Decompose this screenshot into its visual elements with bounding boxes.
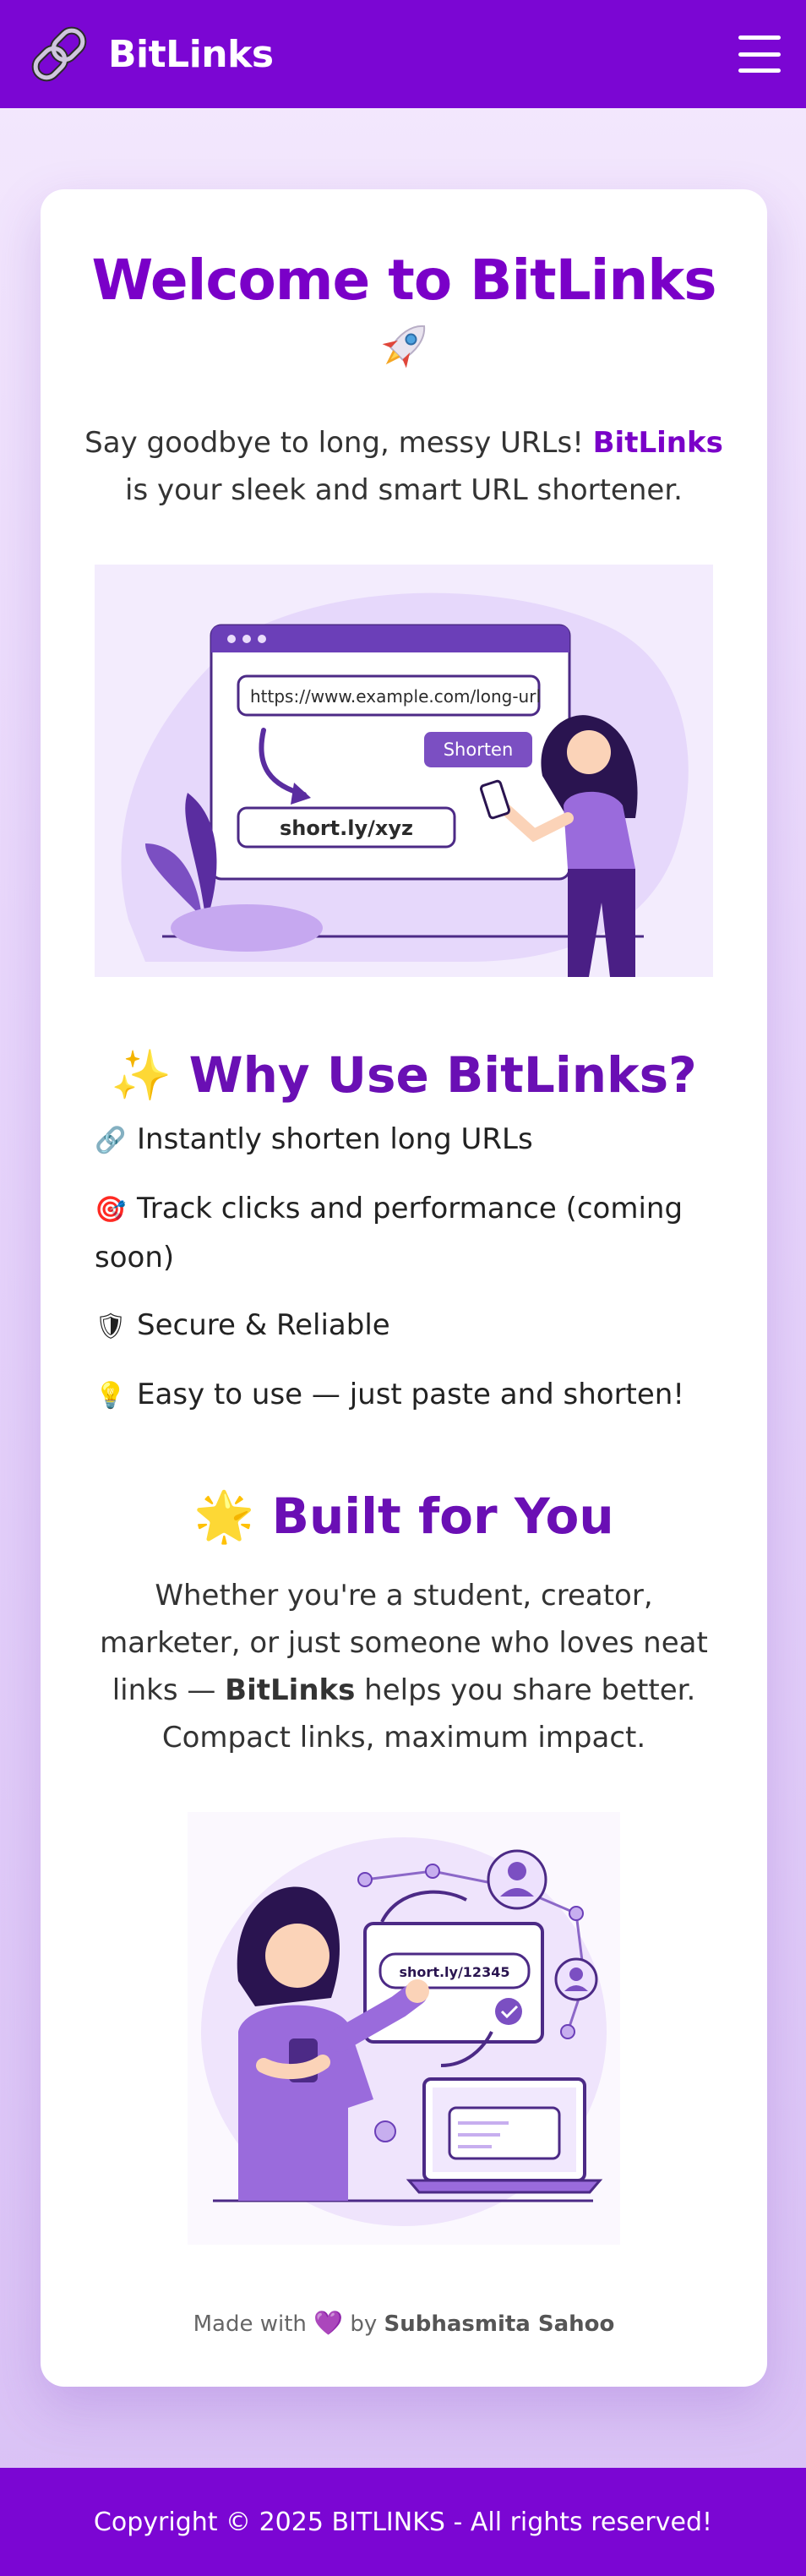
illustration-short-url: short.ly/12345 [400, 1964, 510, 1980]
hamburger-menu-icon[interactable] [738, 35, 781, 73]
brand-name: BitLinks [108, 32, 274, 76]
intro-text-part: is your sleek and smart URL shortener. [125, 473, 683, 507]
content-card: Welcome to BitLinks Say goodbye to long,… [41, 189, 767, 2387]
why-heading: ✨ Why Use BitLinks? [41, 1043, 767, 1107]
intro-brand-highlight: BitLinks [592, 426, 723, 460]
sparkles-icon: ✨ [111, 1046, 172, 1104]
feature-text: Easy to use — just paste and shorten! [137, 1378, 684, 1411]
star-icon: 🌟 [193, 1487, 255, 1545]
credit-by: by [350, 2311, 378, 2337]
short-url-text: short.ly/xyz [280, 816, 413, 840]
credit-prefix: Made with [193, 2311, 307, 2337]
url-shortener-illustration: https://www.example.com/long-url Shorten… [95, 565, 713, 977]
link-icon: 🔗 [95, 1126, 127, 1155]
why-heading-text: Why Use BitLinks? [188, 1046, 697, 1104]
author-name: Subhasmita Sahoo [384, 2311, 615, 2337]
brand[interactable]: BitLinks [25, 20, 274, 88]
built-text: Whether you're a student, creator, marke… [88, 1572, 720, 1761]
footer: Copyright © 2025 BITLINKS - All rights r… [0, 2468, 806, 2576]
heart-icon: 💜 [313, 2309, 344, 2337]
intro-text: Say goodbye to long, messy URLs! BitLink… [83, 419, 725, 514]
navbar: BitLinks [0, 0, 806, 108]
list-item: 💡 Easy to use — just paste and shorten! [95, 1371, 720, 1420]
shorten-button-label: Shorten [444, 740, 514, 760]
lightbulb-icon: 💡 [95, 1381, 127, 1411]
built-brand-bold: BitLinks [225, 1673, 356, 1707]
rocket-icon [382, 325, 426, 368]
feature-text: Instantly shorten long URLs [137, 1122, 533, 1156]
list-item: 🛡 Secure & Reliable [95, 1302, 720, 1351]
built-heading: 🌟 Built for You [41, 1484, 767, 1548]
intro-text-part: Say goodbye to long, messy URLs! [84, 426, 593, 460]
target-icon: 🎯 [95, 1195, 127, 1225]
copyright-text: Copyright © 2025 BITLINKS - All rights r… [93, 2507, 713, 2537]
chain-link-icon [31, 26, 87, 82]
list-item: 🔗 Instantly shorten long URLs [95, 1116, 720, 1165]
shield-icon: 🛡 [95, 1312, 128, 1341]
built-heading-text: Built for You [271, 1487, 614, 1545]
credit-line: Made with 💜 by Subhasmita Sahoo [41, 2309, 767, 2337]
feature-text: Secure & Reliable [137, 1308, 390, 1342]
sharing-links-illustration: short.ly/12345 [188, 1812, 620, 2245]
long-url-text: https://www.example.com/long-url [250, 686, 541, 707]
page-title: Welcome to BitLinks [91, 248, 716, 313]
feature-text: Track clicks and performance (coming soo… [95, 1192, 683, 1274]
features-list: 🔗 Instantly shorten long URLs 🎯 Track clic… [95, 1116, 720, 1440]
list-item: 🎯 Track clicks and performance (coming so… [95, 1185, 720, 1281]
